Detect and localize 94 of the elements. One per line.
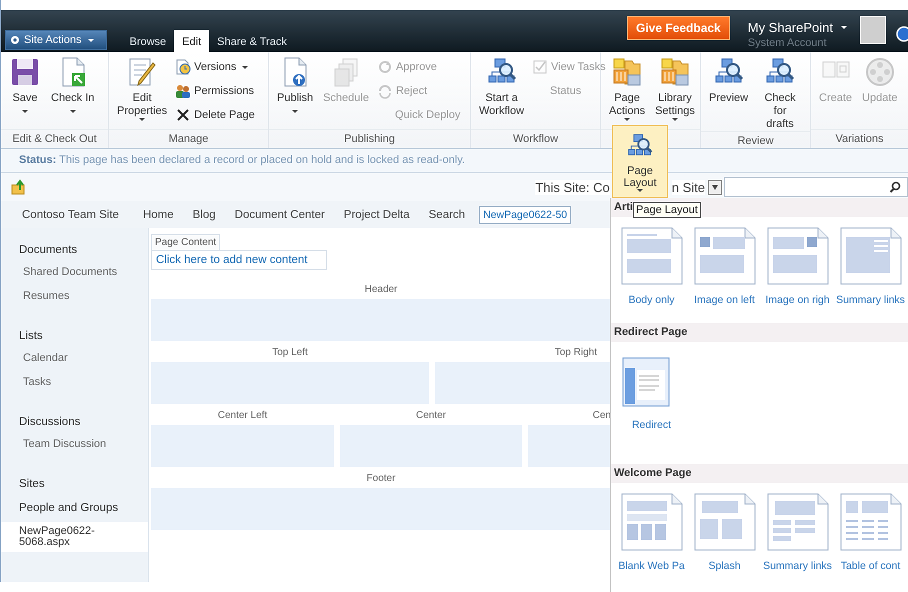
ribbon-tab[interactable]: Browse: [121, 30, 174, 52]
current-page-link[interactable]: NewPage0622-5068.aspx: [1, 522, 148, 552]
help-icon: [896, 26, 908, 42]
site-actions-menu[interactable]: Site Actions: [5, 30, 108, 50]
ribbon-button[interactable]: Start a Workflow: [475, 56, 528, 118]
people-icon: [175, 83, 192, 99]
group-label: Manage: [109, 129, 268, 148]
zone-label: Center: [414, 410, 447, 422]
search-scope[interactable]: This Site: Co: [535, 180, 610, 194]
zone-label: Top Right: [554, 347, 598, 359]
nav-link[interactable]: Search: [424, 206, 470, 224]
ribbon-button[interactable]: Delete Page: [173, 105, 257, 125]
quick-launch-heading[interactable]: Documents: [1, 240, 148, 260]
page-layout-option[interactable]: Image on left: [691, 227, 758, 323]
folder-grid-icon: [658, 56, 691, 88]
page-layout-icon: [840, 227, 902, 285]
group-label: Workflow: [471, 129, 600, 148]
quick-launch-link[interactable]: Resumes: [1, 284, 148, 308]
ribbon-button[interactable]: Page Actions: [605, 56, 650, 121]
site-title-link[interactable]: Contoso Team Site: [21, 206, 124, 224]
circle-arrows-icon: [376, 83, 393, 99]
tooltip: Page Layout: [633, 202, 701, 218]
quick-launch-link[interactable]: Team Discussion: [1, 432, 148, 456]
ribbon-button[interactable]: Check In: [47, 56, 98, 113]
zone-label: Header: [364, 284, 398, 296]
quick-launch-heading[interactable]: Discussions: [1, 412, 148, 432]
page-layout-icon: [766, 227, 828, 285]
group-label: Variations: [811, 129, 908, 148]
group-label: Publishing: [269, 129, 470, 148]
ribbon-button[interactable]: Check for drafts: [754, 56, 806, 131]
circle-arrows-icon: [376, 59, 393, 75]
dropdown-button[interactable]: [708, 180, 722, 194]
account-name: System Account: [748, 37, 828, 49]
ribbon-tab[interactable]: Edit: [174, 30, 210, 52]
folder-grid-icon: [611, 56, 644, 88]
page-clock-icon: [175, 59, 192, 75]
caret-icon: [841, 26, 847, 29]
nav-link[interactable]: Document Center: [230, 206, 330, 224]
page-layout-option[interactable]: Splash: [691, 493, 758, 579]
ribbon-button[interactable]: Library Settings: [651, 56, 699, 121]
web-part-zone[interactable]: [528, 425, 611, 467]
ribbon-button[interactable]: Publish: [273, 56, 318, 113]
nav-link[interactable]: Blog: [188, 206, 221, 224]
quick-launch-heading[interactable]: Lists: [1, 326, 148, 346]
page-layout-option[interactable]: Body only: [618, 227, 685, 323]
page-layout-icon: [620, 227, 682, 285]
ribbon-button[interactable]: Save: [5, 56, 45, 113]
ribbon-button[interactable]: Edit Properties: [113, 56, 172, 121]
section-heading: Redirect Page: [611, 323, 908, 342]
nav-link[interactable]: Home: [138, 206, 179, 224]
page-layout-option[interactable]: Blank Web Pa: [618, 493, 685, 579]
nav-link[interactable]: NewPage0622-50: [479, 206, 572, 224]
section-heading: Welcome Page: [611, 464, 908, 483]
caret-icon: [88, 38, 94, 42]
user-menu[interactable]: My SharePoint: [748, 20, 850, 35]
search-scope[interactable]: n Site: [672, 180, 705, 194]
page-layout-option[interactable]: Summary links: [764, 493, 831, 579]
page-layout-button[interactable]: Page Layout: [612, 125, 668, 198]
zone-label: Center Left: [216, 410, 268, 422]
gear-icon: [10, 35, 20, 45]
x-icon: [175, 107, 192, 123]
web-part-zone[interactable]: [151, 488, 611, 530]
add-content-link[interactable]: Click here to add new content: [151, 250, 327, 270]
search-field[interactable]: [724, 177, 908, 197]
page-layout-icon: [766, 493, 828, 551]
web-part-zone[interactable]: [435, 362, 611, 404]
quick-launch-link[interactable]: Calendar: [1, 346, 148, 370]
page-layout-option[interactable]: Redirect: [618, 352, 685, 464]
search-icon: [889, 181, 901, 193]
quick-launch-link[interactable]: Shared Documents: [1, 260, 148, 284]
page-layout-option[interactable]: Image on righ: [764, 227, 831, 323]
up-arrow-icon: [11, 179, 27, 195]
page-layout-option[interactable]: Table of cont: [837, 493, 904, 579]
avatar-icon: [860, 16, 886, 44]
group-label: Edit & Check Out: [1, 129, 108, 148]
checkbox-icon: [532, 59, 548, 75]
ribbon-button[interactable]: Preview: [705, 56, 752, 105]
page-layout-icon: [620, 493, 682, 551]
zone-label: Footer: [366, 473, 396, 485]
ribbon-tab[interactable]: Share & Track: [209, 30, 295, 52]
page-layout-icon: [694, 227, 756, 285]
quick-launch-heading[interactable]: People and Groups: [1, 498, 148, 518]
caret-icon: [712, 184, 718, 190]
page-layout-icon: [840, 493, 902, 551]
web-part-zone[interactable]: [151, 299, 611, 341]
film-reel-icon: [864, 56, 896, 88]
nav-link[interactable]: Project Delta: [338, 206, 415, 224]
page-layout-option[interactable]: Summary links: [837, 227, 904, 323]
zone-label: Top Left: [271, 347, 309, 359]
quick-launch-link[interactable]: Tasks: [1, 370, 148, 394]
ribbon-button[interactable]: Permissions: [173, 81, 257, 101]
ribbon-button[interactable]: Versions: [173, 57, 257, 77]
quick-launch-heading[interactable]: Sites: [1, 474, 148, 494]
page-layout-icon: [694, 493, 756, 551]
